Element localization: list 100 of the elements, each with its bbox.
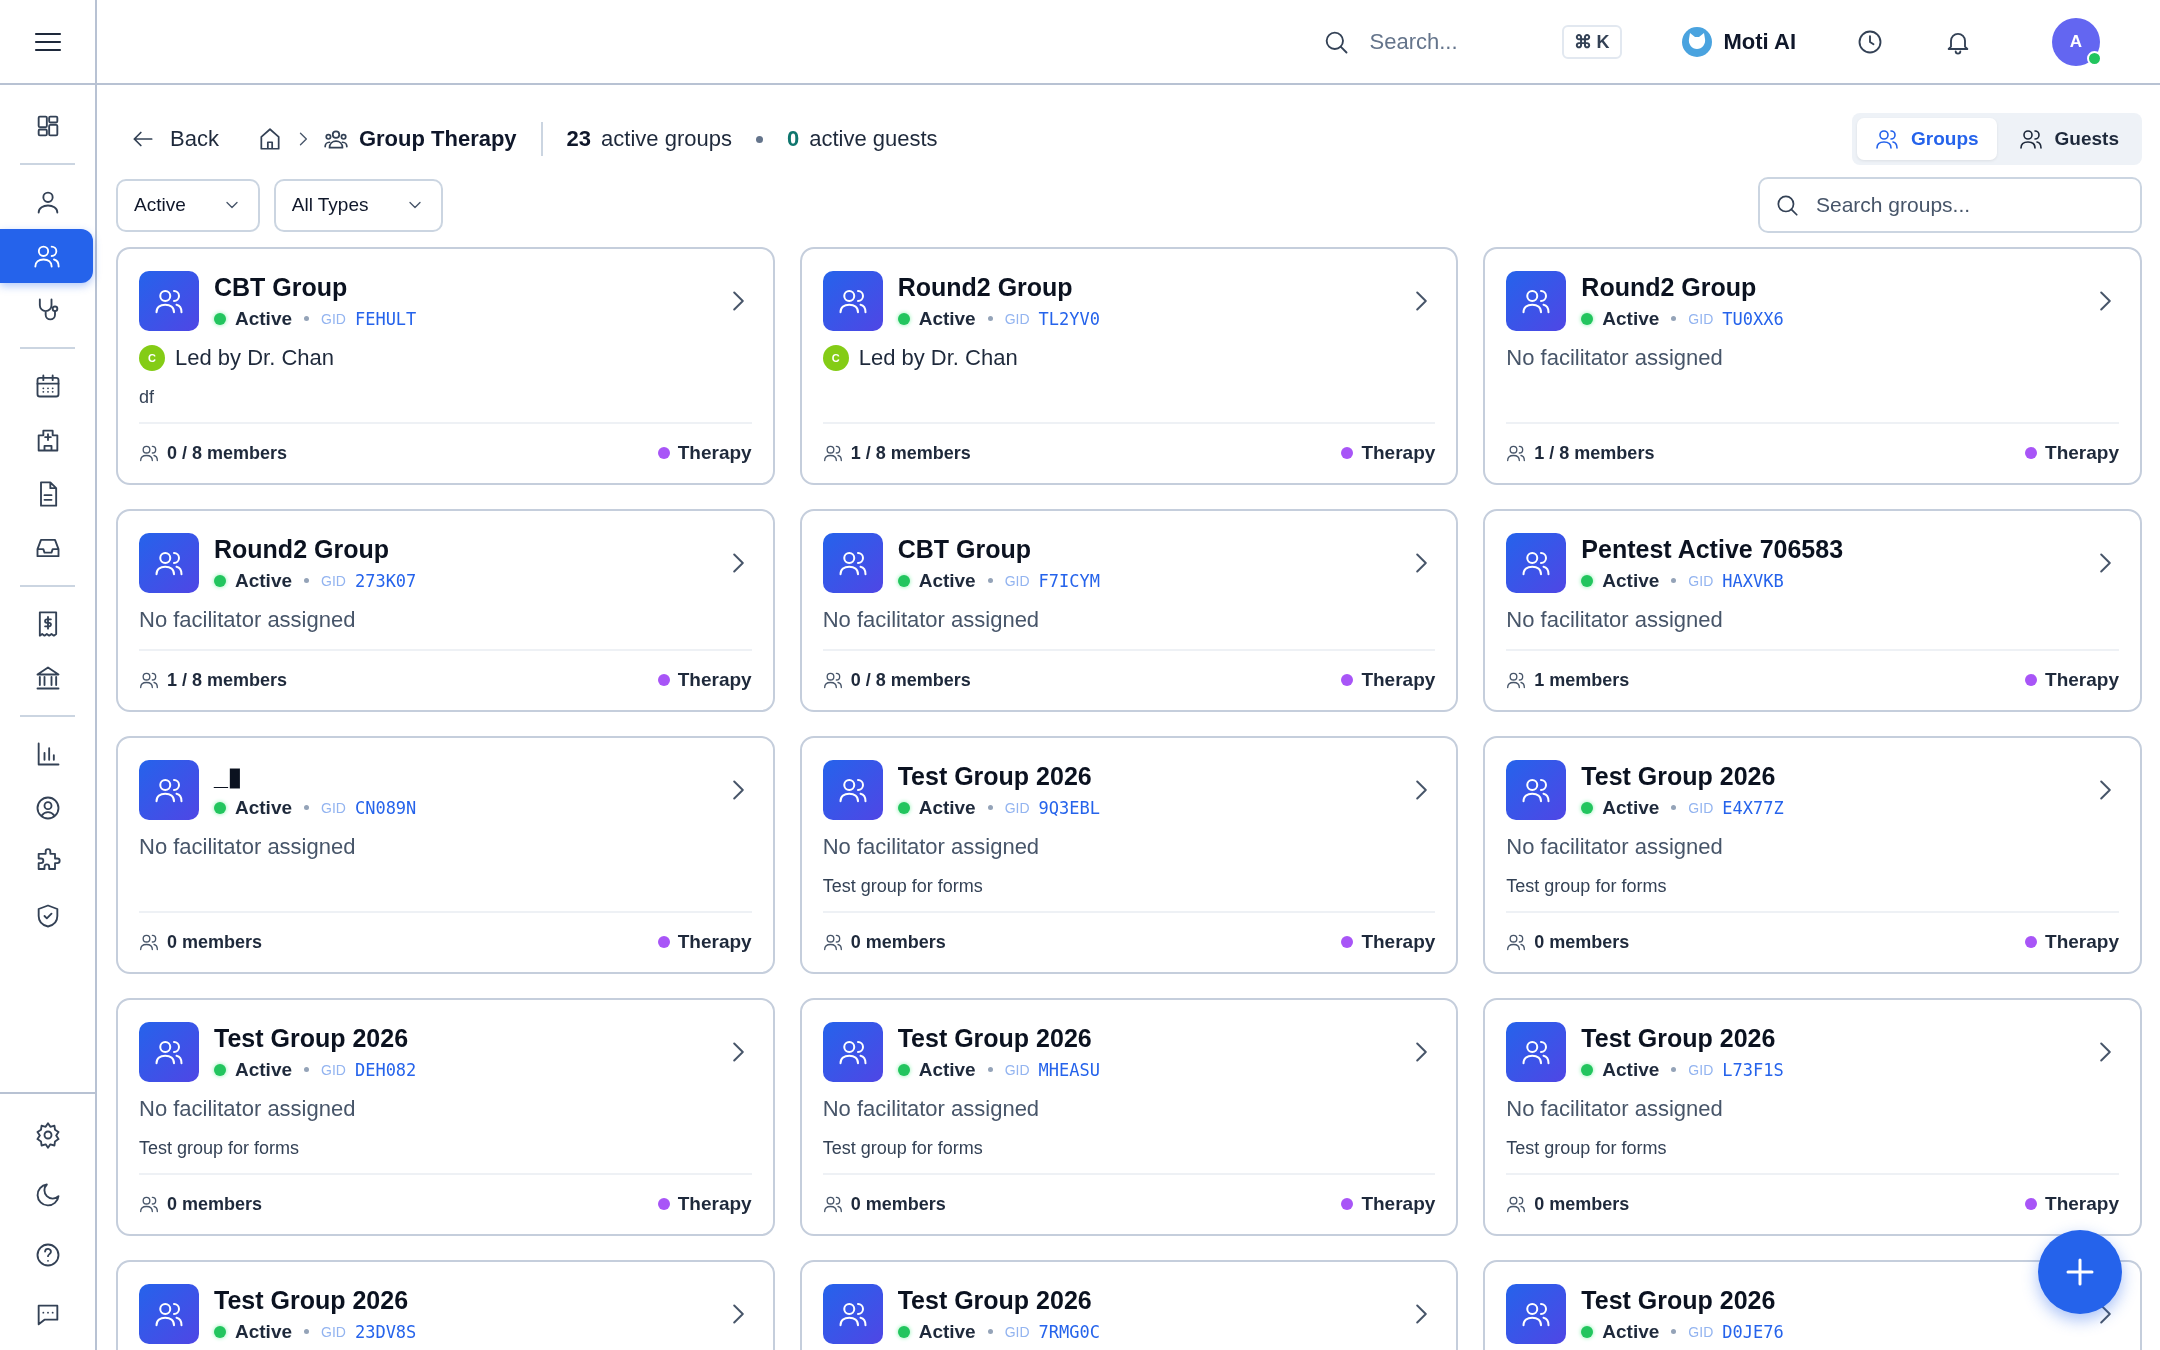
facilitator-text: No facilitator assigned (1506, 834, 1723, 860)
group-card[interactable]: Test Group 2026 Active GID 7RMG0C (799, 1260, 1459, 1350)
chevron-right-icon (2100, 1304, 2111, 1324)
group-name: Pentest Active 706583 (1581, 534, 1845, 564)
group-card[interactable]: Test Group 2026 Active GID L73F1S No facilitator assigned Test group for forms 0 members Therapy (1483, 998, 2142, 1236)
type-label: Therapy (2045, 1193, 2119, 1215)
facilitator-text: No facilitator assigned (822, 834, 1040, 860)
members-icon (1506, 670, 1527, 690)
status-dot (214, 312, 226, 325)
cat-icon (1681, 26, 1712, 57)
facilitator-text: No facilitator assigned (1506, 345, 1723, 371)
group-card[interactable]: Round2 Group Active GID TU0XX6 No facilitator assigned 1 / 8 members Therapy (1483, 247, 2142, 485)
nav-item[interactable] (0, 229, 93, 283)
group-card[interactable]: Test Group 2026 Active GID 9Q3EBL No facilitator assigned Test group for forms 0 members Therapy (799, 736, 1459, 974)
facilitator-text: No facilitator assigned (139, 1096, 356, 1122)
status-label: Active (918, 569, 976, 592)
gid-code: 9Q3EBL (1038, 797, 1100, 818)
chevron-right-icon (732, 291, 744, 311)
type-label: Therapy (677, 1193, 752, 1215)
group-avatar-icon (139, 533, 199, 593)
group-card[interactable]: Test Group 2026 Active GID 23DV8S (116, 1260, 775, 1350)
member-count: 1 / 8 members (1534, 442, 1655, 464)
group-card[interactable]: CBT Group Active GID FEHULT C Led by Dr. Chan df 0 / 8 members Therapy (116, 247, 775, 485)
group-avatar-icon (1506, 1284, 1567, 1344)
type-label: Therapy (1361, 442, 1436, 464)
members-icon (822, 443, 843, 463)
status-dot (897, 1063, 910, 1076)
member-count: 0 members (1534, 931, 1630, 953)
status-label: Active (918, 1320, 976, 1343)
chevron-right-icon (2100, 780, 2111, 800)
group-card[interactable]: Test Group 2026 Active GID DEH082 No facilitator assigned Test group for forms 0 members Therapy (116, 998, 775, 1236)
group-avatar-icon (139, 271, 199, 331)
chevron-right-icon (1416, 1042, 1428, 1062)
chevron-right-icon (1416, 291, 1428, 311)
filter-dropdown[interactable]: Active (116, 178, 260, 232)
assistant-button[interactable]: Moti AI (1681, 26, 1796, 57)
add-button[interactable] (2038, 1230, 2122, 1314)
status-label: Active (918, 1058, 976, 1081)
gid-label: GID (1004, 1061, 1030, 1078)
group-avatar-icon (822, 533, 883, 593)
group-card[interactable]: Round2 Group Active GID TL2YV0 C Led by Dr. Chan 1 / 8 members Therapy (799, 247, 1459, 485)
group-card[interactable]: Pentest Active 706583 Active GID HAXVKB No facilitator assigned 1 members Therapy (1483, 509, 2142, 712)
members-icon (822, 670, 843, 690)
status-label: Active (235, 307, 293, 330)
separator-dot (755, 135, 763, 143)
type-label: Therapy (1361, 931, 1436, 953)
group-description: Test group for forms (1506, 1138, 1668, 1160)
group-name: Test Group 2026 (1581, 1023, 1777, 1053)
view-tab[interactable]: Groups (1857, 118, 1997, 160)
group-search-field[interactable]: Search groups... (1758, 177, 2142, 233)
group-card[interactable]: Test Group 2026 Active GID MHEASU No facilitator assigned Test group for forms 0 members Therapy (799, 998, 1459, 1236)
gid-label: GID (321, 310, 346, 327)
group-name: CBT Group (897, 534, 1032, 564)
group-name: Test Group 2026 (214, 1023, 410, 1053)
member-count: 0 members (167, 931, 263, 953)
members-icon (1506, 1194, 1527, 1214)
back-link[interactable]: Back (116, 126, 219, 152)
gid-code: TL2YV0 (1038, 308, 1100, 329)
member-count: 0 members (1534, 1193, 1630, 1215)
type-label: Therapy (2045, 931, 2119, 953)
members-icon (139, 443, 159, 463)
group-avatar-icon (1506, 760, 1567, 820)
gid-code: TU0XX6 (1722, 308, 1784, 329)
facilitator-text: No facilitator assigned (822, 1096, 1040, 1122)
view-tab[interactable]: Guests (2000, 118, 2137, 160)
group-card[interactable]: Round2 Group Active GID 273K07 No facilitator assigned 1 / 8 members Therapy (116, 509, 775, 712)
status-label: Active (235, 1058, 293, 1081)
group-name: Round2 Group (897, 272, 1074, 302)
group-card[interactable]: _▮ Active GID CN089N No facilitator assigned 0 members Therapy (116, 736, 775, 974)
users-icon (1875, 127, 1899, 151)
group-card[interactable]: Test Group 2026 Active GID E4X77Z No facilitator assigned Test group for forms 0 members Therapy (1483, 736, 2142, 974)
facilitator-text: Led by Dr. Chan (858, 345, 1018, 371)
facilitator-text: Led by Dr. Chan (175, 345, 334, 371)
status-dot (897, 1325, 910, 1338)
type-label: Therapy (1361, 669, 1436, 691)
members-icon (139, 1194, 159, 1214)
gid-label: GID (321, 799, 346, 816)
gid-label: GID (1004, 1323, 1030, 1340)
members-icon (1506, 932, 1527, 952)
status-dot (214, 1325, 226, 1338)
status-label: Active (1602, 1320, 1660, 1343)
user-avatar[interactable]: A (2052, 17, 2100, 66)
facilitator-text: No facilitator assigned (139, 607, 356, 633)
gid-label: GID (1688, 799, 1714, 816)
chevron-right-icon (2100, 291, 2111, 311)
group-card[interactable]: CBT Group Active GID F7ICYM No facilitator assigned 0 / 8 members Therapy (799, 509, 1459, 712)
status-label: Active (1602, 1058, 1660, 1081)
chevron-right-icon (1416, 780, 1428, 800)
members-icon (822, 1194, 843, 1214)
gid-label: GID (1004, 310, 1030, 327)
facilitator-text: No facilitator assigned (1506, 1096, 1723, 1122)
members-icon (822, 932, 843, 952)
stat-label: active guests (809, 126, 938, 152)
filter-dropdown[interactable]: All Types (273, 178, 443, 232)
breadcrumb-current: Group Therapy (358, 126, 517, 152)
gid-label: GID (1004, 799, 1030, 816)
gid-label: GID (321, 572, 346, 589)
facilitator-avatar: C (139, 345, 165, 371)
member-count: 0 / 8 members (167, 442, 288, 464)
group-name: Test Group 2026 (897, 1285, 1093, 1315)
